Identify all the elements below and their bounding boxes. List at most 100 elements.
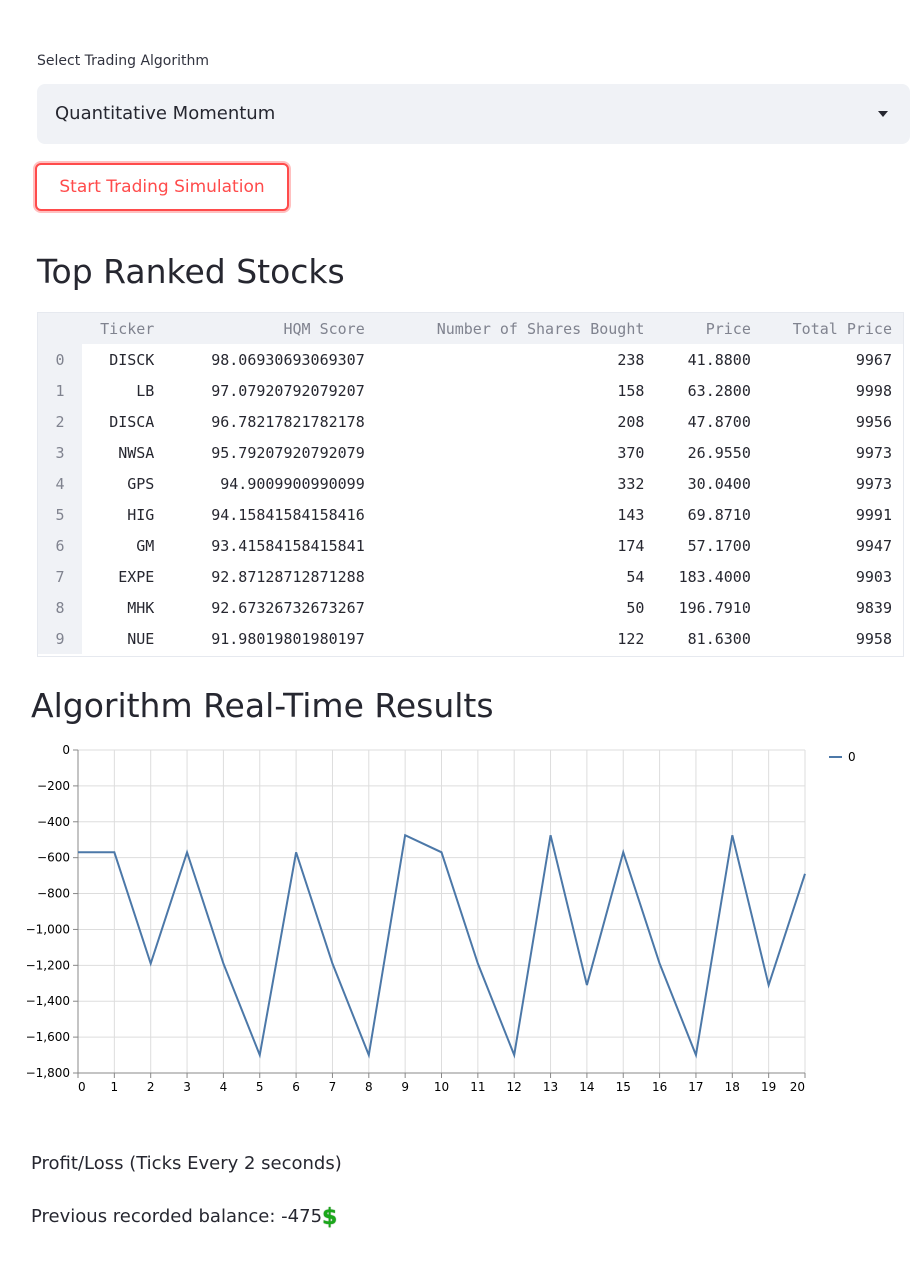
x-tick-label: 10 xyxy=(434,1080,449,1094)
table-cell: 63.2800 xyxy=(687,381,751,400)
profit-loss-label: Profit/Loss (Ticks Every 2 seconds) xyxy=(31,1153,342,1174)
table-cell: 92.87128712871288 xyxy=(211,567,365,586)
table-cell: 94.15841584158416 xyxy=(211,505,365,524)
x-tick-label: 9 xyxy=(401,1080,409,1094)
algorithm-select-value: Quantitative Momentum xyxy=(55,103,276,124)
x-tick-label: 16 xyxy=(652,1080,667,1094)
table-cell: 54 xyxy=(626,567,645,586)
table-cell: 183.4000 xyxy=(678,567,751,586)
row-index: 9 xyxy=(38,623,82,654)
chart-title: Algorithm Real-Time Results xyxy=(31,686,494,725)
caret-down-icon[interactable] xyxy=(878,111,888,117)
table-cell: 95.79207920792079 xyxy=(211,443,365,462)
table-row: 3 NWSA 95.79207920792079 370 26.9550 9973 xyxy=(38,437,903,468)
table-cell: 30.0400 xyxy=(687,474,751,493)
y-tick-label: −400 xyxy=(37,815,70,829)
row-index: 1 xyxy=(38,375,82,406)
table-cell: 92.67326732673267 xyxy=(211,598,365,617)
y-tick-label: −800 xyxy=(37,887,70,901)
y-tick-label: −1,000 xyxy=(26,922,70,936)
x-tick-label: 19 xyxy=(761,1080,776,1094)
x-tick-label: 3 xyxy=(183,1080,191,1094)
start-simulation-button[interactable]: Start Trading Simulation xyxy=(35,163,289,211)
table-header-row: Ticker HQM Score Number of Shares Bought… xyxy=(38,313,903,344)
row-index: 6 xyxy=(38,530,82,561)
table-row: 8 MHK 92.67326732673267 50 196.7910 9839 xyxy=(38,592,903,623)
table-cell: EXPE xyxy=(118,567,155,586)
x-tick-label: 20 xyxy=(790,1080,805,1094)
table-cell: 143 xyxy=(617,505,645,524)
table-row: 0 DISCK 98.06930693069307 238 41.8800 9967 xyxy=(38,344,903,375)
table-cell: 332 xyxy=(617,474,645,493)
table-cell: 96.78217821782178 xyxy=(211,412,365,431)
x-tick-label: 12 xyxy=(507,1080,522,1094)
table-cell: 158 xyxy=(617,381,645,400)
table-row: 6 GM 93.41584158415841 174 57.1700 9947 xyxy=(38,530,903,561)
table-cell: 9958 xyxy=(855,629,892,648)
table-row: 7 EXPE 92.87128712871288 54 183.4000 9903 xyxy=(38,561,903,592)
table-cell: HIG xyxy=(127,505,155,524)
legend-label: 0 xyxy=(848,750,856,764)
table-cell: 370 xyxy=(617,443,645,462)
row-index: 2 xyxy=(38,406,82,437)
table-cell: NWSA xyxy=(118,443,155,462)
table-cell: 174 xyxy=(617,536,645,555)
x-tick-label: 13 xyxy=(543,1080,558,1094)
table-cell: 9973 xyxy=(855,474,892,493)
table-cell: 9839 xyxy=(855,598,892,617)
x-tick-label: 4 xyxy=(220,1080,228,1094)
balance-text: Previous recorded balance: -475$ xyxy=(31,1205,337,1230)
y-tick-label: 0 xyxy=(62,743,70,757)
y-tick-label: −1,800 xyxy=(26,1066,70,1080)
y-tick-label: −1,600 xyxy=(26,1030,70,1044)
column-header[interactable]: Total Price xyxy=(761,313,903,344)
x-tick-label: 15 xyxy=(616,1080,631,1094)
x-tick-label: 5 xyxy=(256,1080,264,1094)
row-index: 0 xyxy=(38,344,82,375)
table-cell: 57.1700 xyxy=(687,536,751,555)
y-tick-label: −1,400 xyxy=(26,994,70,1008)
row-index: 3 xyxy=(38,437,82,468)
table-cell: 94.9009900990099 xyxy=(220,474,365,493)
table-cell: 9998 xyxy=(855,381,892,400)
table-cell: MHK xyxy=(127,598,155,617)
balance-value: Previous recorded balance: -475 xyxy=(31,1206,323,1227)
y-tick-label: −1,200 xyxy=(26,958,70,972)
table-cell: 9903 xyxy=(855,567,892,586)
x-tick-label: 0 xyxy=(78,1080,86,1094)
column-header[interactable]: Price xyxy=(655,313,762,344)
heavy-dollar-sign-icon: $ xyxy=(322,1205,338,1230)
table-cell: 47.8700 xyxy=(687,412,751,431)
table-cell: 122 xyxy=(617,629,645,648)
x-tick-label: 18 xyxy=(725,1080,740,1094)
table-cell: GM xyxy=(136,536,155,555)
column-header[interactable]: Number of Shares Bought xyxy=(375,313,656,344)
column-header[interactable]: HQM Score xyxy=(165,313,376,344)
stocks-table: Ticker HQM Score Number of Shares Bought… xyxy=(37,312,904,657)
row-index: 7 xyxy=(38,561,82,592)
table-cell: 9956 xyxy=(855,412,892,431)
table-cell: 208 xyxy=(617,412,645,431)
x-tick-label: 8 xyxy=(365,1080,373,1094)
table-row: 2 DISCA 96.78217821782178 208 47.8700 9956 xyxy=(38,406,903,437)
x-tick-label: 7 xyxy=(329,1080,337,1094)
index-header xyxy=(38,313,82,344)
x-tick-label: 2 xyxy=(147,1080,155,1094)
y-tick-label: −200 xyxy=(37,779,70,793)
table-cell: 81.6300 xyxy=(687,629,751,648)
x-tick-label: 1 xyxy=(111,1080,119,1094)
table-cell: 238 xyxy=(617,350,645,369)
table-cell: 9947 xyxy=(855,536,892,555)
top-ranked-title: Top Ranked Stocks xyxy=(37,252,345,291)
table-cell: 97.07920792079207 xyxy=(211,381,365,400)
x-tick-label: 6 xyxy=(292,1080,300,1094)
profit-loss-chart: 0 −200 −400 −600 −800 −1,000 −1,200 −1,400 −1,60… xyxy=(26,743,856,1094)
column-header[interactable]: Ticker xyxy=(82,313,166,344)
table-cell: LB xyxy=(136,381,155,400)
table-row: 5 HIG 94.15841584158416 143 69.8710 9991 xyxy=(38,499,903,530)
algorithm-select[interactable]: Quantitative Momentum xyxy=(37,84,910,144)
table-cell: 196.7910 xyxy=(678,598,751,617)
table-row: 1 LB 97.07920792079207 158 63.2800 9998 xyxy=(38,375,903,406)
select-label: Select Trading Algorithm xyxy=(37,53,210,69)
table-cell: 50 xyxy=(626,598,645,617)
